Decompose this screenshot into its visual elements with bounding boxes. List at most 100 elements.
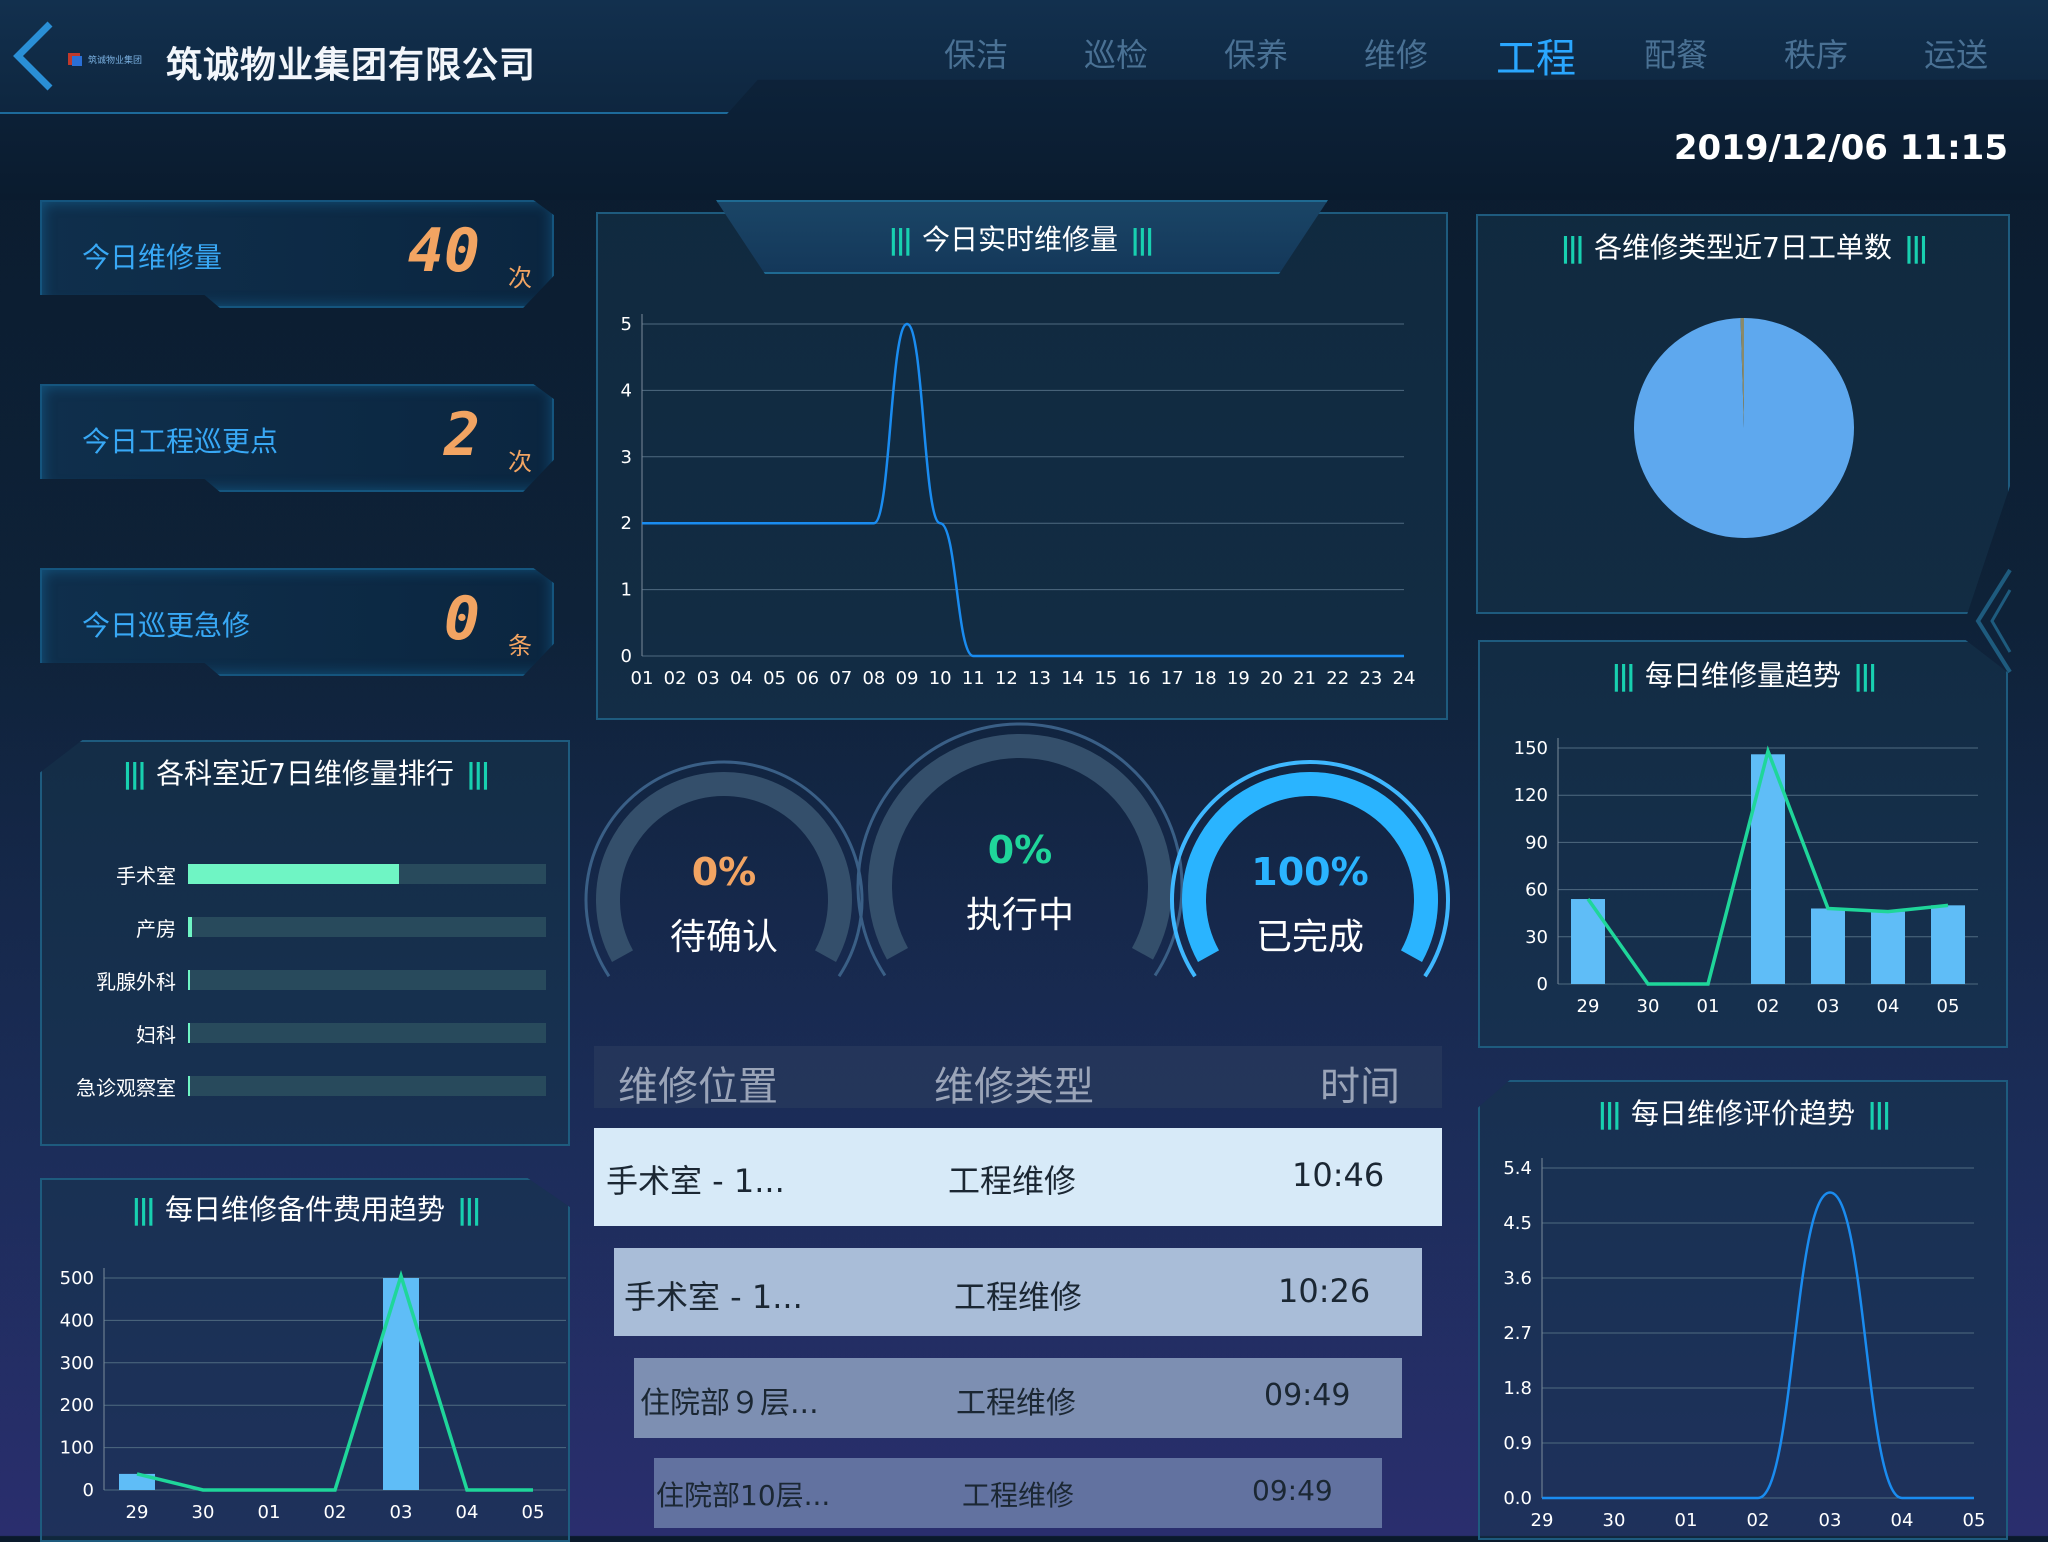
- y-tick-label: 4.5: [1503, 1213, 1532, 1234]
- ranking-fill: [188, 1076, 190, 1096]
- x-tick-label: 14: [1061, 668, 1084, 689]
- gauge-label: 待确认: [669, 917, 778, 958]
- logo-text: 筑诚物业集团: [88, 54, 142, 66]
- title-bars-icon: |||: [1130, 223, 1155, 256]
- cell-type: 工程维修: [962, 1479, 1075, 1512]
- x-tick-label: 01: [1675, 1510, 1698, 1531]
- y-tick-label: 400: [60, 1310, 94, 1331]
- x-tick-label: 04: [456, 1502, 479, 1523]
- stat-unit: 次: [508, 448, 532, 476]
- gauge-percent: 0%: [691, 850, 757, 894]
- x-tick-label: 29: [1577, 996, 1600, 1017]
- ranking-name: 急诊观察室: [76, 1076, 176, 1100]
- realtime-title: ||| 今日实时维修量 |||: [888, 223, 1155, 256]
- title-bars-icon: |||: [1903, 231, 1929, 264]
- title-bars-icon: |||: [1853, 659, 1878, 692]
- back-button[interactable]: [8, 18, 64, 94]
- table-row[interactable]: 手术室 - 1... 工程维修 10:46: [594, 1128, 1442, 1226]
- bar: [383, 1278, 419, 1490]
- x-tick-label: 02: [324, 1502, 347, 1523]
- x-tick-label: 16: [1128, 668, 1151, 689]
- table-row[interactable]: 住院部９层... 工程维修 09:49: [634, 1358, 1402, 1438]
- x-tick-label: 15: [1094, 668, 1117, 689]
- y-tick-label: 120: [1514, 785, 1548, 806]
- nav-tab-engineering[interactable]: 工程: [1496, 26, 1576, 84]
- bar: [1811, 908, 1845, 984]
- x-tick-label: 04: [1877, 996, 1900, 1017]
- ranking-track: [188, 864, 546, 884]
- x-tick-label: 19: [1227, 668, 1250, 689]
- x-tick-label: 05: [1963, 1510, 1986, 1531]
- x-tick-label: 10: [929, 668, 952, 689]
- ranking-row: 产房: [60, 915, 548, 941]
- nav-tab-cleaning[interactable]: 保洁: [944, 30, 1008, 76]
- ranking-fill: [188, 970, 190, 990]
- series-line: [641, 322, 1404, 658]
- cell-time: 10:26: [1278, 1272, 1371, 1310]
- col-location: 维修位置: [618, 1064, 778, 1110]
- col-time: 时间: [1320, 1064, 1400, 1110]
- nav-tab-inspection[interactable]: 巡检: [1084, 30, 1148, 76]
- ranking-track: [188, 917, 546, 937]
- y-tick-label: 2: [621, 513, 632, 534]
- y-tick-label: 90: [1525, 832, 1548, 853]
- x-tick-label: 05: [1937, 996, 1960, 1017]
- cell-location: 手术室 - 1...: [606, 1162, 785, 1200]
- cell-location: 住院部10层...: [656, 1479, 831, 1512]
- y-tick-label: 100: [60, 1438, 94, 1459]
- stat-value: 40: [407, 216, 480, 286]
- y-tick-label: 0: [83, 1480, 94, 1501]
- daily-chart: 0 30 60 90 120 150 29 30 01 02 03 04 05: [1514, 738, 1978, 1017]
- x-tick-label: 04: [730, 668, 753, 689]
- table-row[interactable]: 住院部10层... 工程维修 09:49: [654, 1458, 1382, 1528]
- y-tick-label: 5.4: [1503, 1158, 1532, 1179]
- x-tick-label: 22: [1326, 668, 1349, 689]
- x-tick-label: 30: [1637, 996, 1660, 1017]
- realtime-chart: 01234501 02 03 04 05 06 07 08 09 10 11 12 13 14 15 16 17…: [621, 314, 1416, 689]
- title-bars-icon: |||: [457, 1193, 482, 1226]
- title-bars-icon: |||: [1611, 659, 1636, 692]
- table-row[interactable]: 手术室 - 1... 工程维修 10:26: [614, 1248, 1422, 1336]
- gauge-label: 执行中: [965, 895, 1074, 936]
- bar: [1871, 911, 1905, 984]
- stat-label: 今日巡更急修: [82, 609, 251, 642]
- x-tick-label: 09: [896, 668, 919, 689]
- nav-tab-catering[interactable]: 配餐: [1644, 30, 1708, 76]
- y-tick-label: 0: [1537, 974, 1548, 995]
- stat-card-urgent-repairs: 今日巡更急修 0 条: [40, 568, 554, 676]
- bar: [1751, 754, 1785, 984]
- x-tick-label: 30: [192, 1502, 215, 1523]
- ranking-name: 手术室: [116, 864, 176, 888]
- x-tick-label: 24: [1393, 668, 1416, 689]
- ranking-name: 乳腺外科: [96, 970, 176, 994]
- col-type: 维修类型: [934, 1064, 1094, 1110]
- stat-value: 2: [443, 400, 480, 470]
- series-line: [1542, 1191, 1974, 1500]
- x-tick-label: 05: [763, 668, 786, 689]
- x-tick-label: 01: [631, 668, 654, 689]
- title-bars-icon: |||: [1597, 1097, 1622, 1130]
- daily-title: ||| 每日维修量趋势 |||: [1611, 659, 1878, 692]
- x-tick-label: 01: [258, 1502, 281, 1523]
- nav-tab-order[interactable]: 秩序: [1784, 30, 1848, 76]
- x-tick-label: 04: [1891, 1510, 1914, 1531]
- y-tick-label: 1: [621, 580, 632, 601]
- ranking-track: [188, 1076, 546, 1096]
- ranking-row: 急诊观察室: [60, 1074, 548, 1100]
- cell-type: 工程维修: [954, 1278, 1083, 1316]
- nav-tab-repair[interactable]: 维修: [1364, 30, 1428, 76]
- stat-label: 今日工程巡更点: [82, 425, 279, 458]
- stat-unit: 条: [508, 632, 532, 660]
- ranking-fill: [188, 917, 192, 937]
- ranking-row: 乳腺外科: [60, 968, 548, 994]
- x-tick-label: 03: [1817, 996, 1840, 1017]
- y-tick-label: 0.9: [1503, 1433, 1532, 1454]
- company-name: 筑诚物业集团有限公司: [166, 45, 537, 86]
- ranking-fill: [188, 864, 400, 884]
- nav-tab-transport[interactable]: 运送: [1924, 30, 1988, 76]
- ranking-fill: [188, 1023, 190, 1043]
- x-tick-label: 18: [1194, 668, 1217, 689]
- y-tick-label: 2.7: [1503, 1323, 1532, 1344]
- stat-card-patrol-points: 今日工程巡更点 2 次: [40, 384, 554, 492]
- nav-tab-maintenance[interactable]: 保养: [1224, 30, 1288, 76]
